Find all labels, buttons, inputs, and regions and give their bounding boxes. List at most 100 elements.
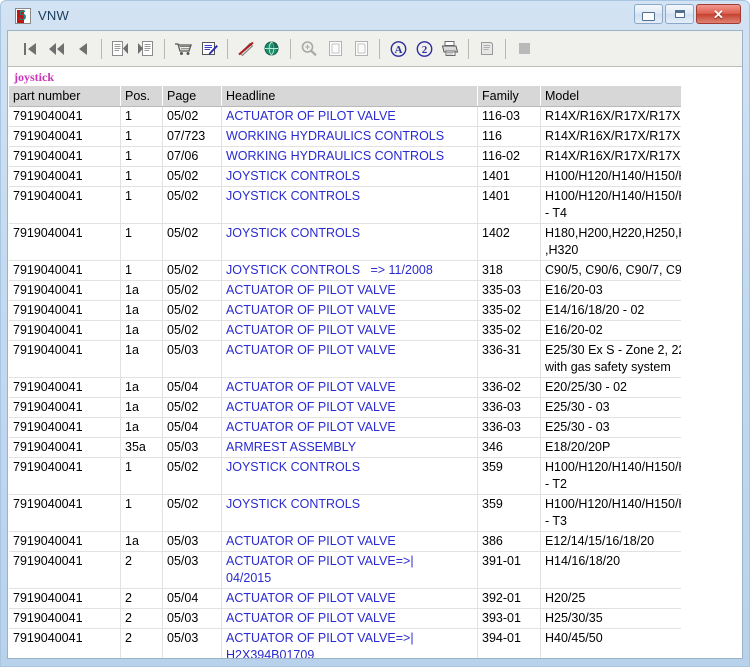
table-row[interactable]: 7919040041105/02JOYSTICK CONTROLS359H100… bbox=[9, 458, 741, 495]
cell-headline[interactable]: ACTUATOR OF PILOT VALVE bbox=[222, 589, 478, 609]
document-first-icon[interactable] bbox=[107, 36, 133, 62]
cell-part-number: 7919040041 bbox=[9, 167, 121, 187]
document-next-icon[interactable] bbox=[133, 36, 159, 62]
globe-icon[interactable] bbox=[259, 36, 285, 62]
table-row[interactable]: 79190400411a05/02ACTUATOR OF PILOT VALVE… bbox=[9, 321, 741, 341]
table-row[interactable]: 7919040041105/02JOYSTICK CONTROLS1401H10… bbox=[9, 167, 741, 187]
cell-headline[interactable]: ACTUATOR OF PILOT VALVE bbox=[222, 378, 478, 398]
cell-part-number: 7919040041 bbox=[9, 378, 121, 398]
cell-family: 335-03 bbox=[478, 281, 541, 301]
cell-headline[interactable]: JOYSTICK CONTROLS bbox=[222, 495, 478, 532]
table-row[interactable]: 7919040041205/03ACTUATOR OF PILOT VALVE=… bbox=[9, 552, 741, 589]
cell-part-number: 7919040041 bbox=[9, 552, 121, 589]
cell-family: 336-03 bbox=[478, 398, 541, 418]
column-header-pos[interactable]: Pos. bbox=[121, 86, 163, 107]
previous-record-icon[interactable] bbox=[70, 36, 96, 62]
table-row[interactable]: 791904004135a05/03ARMREST ASSEMBLY346E18… bbox=[9, 438, 741, 458]
column-header-family[interactable]: Family bbox=[478, 86, 541, 107]
edit-list-icon[interactable] bbox=[196, 36, 222, 62]
cell-headline[interactable]: ACTUATOR OF PILOT VALVE bbox=[222, 281, 478, 301]
cell-part-number: 7919040041 bbox=[9, 301, 121, 321]
table-row[interactable]: 79190400411a05/02ACTUATOR OF PILOT VALVE… bbox=[9, 398, 741, 418]
toolbar: A 2 bbox=[8, 31, 742, 67]
first-record-icon[interactable] bbox=[18, 36, 44, 62]
cell-page: 05/04 bbox=[163, 418, 222, 438]
cell-part-number: 7919040041 bbox=[9, 341, 121, 378]
cell-pos: 1a bbox=[121, 378, 163, 398]
table-row[interactable]: 7919040041107/06WORKING HYDRAULICS CONTR… bbox=[9, 147, 741, 167]
cell-headline[interactable]: ACTUATOR OF PILOT VALVE bbox=[222, 418, 478, 438]
column-header-page[interactable]: Page bbox=[163, 86, 222, 107]
cell-pos: 1 bbox=[121, 495, 163, 532]
table-row[interactable]: 7919040041205/04ACTUATOR OF PILOT VALVE3… bbox=[9, 589, 741, 609]
cell-family: 392-01 bbox=[478, 589, 541, 609]
cell-headline[interactable]: JOYSTICK CONTROLS bbox=[222, 224, 478, 261]
table-row[interactable]: 7919040041105/02JOYSTICK CONTROLS359H100… bbox=[9, 495, 741, 532]
cell-headline[interactable]: JOYSTICK CONTROLS bbox=[222, 167, 478, 187]
stop-icon[interactable] bbox=[511, 36, 537, 62]
fast-rewind-icon[interactable] bbox=[44, 36, 70, 62]
cell-headline[interactable]: JOYSTICK CONTROLS bbox=[222, 458, 478, 495]
cell-page: 05/02 bbox=[163, 458, 222, 495]
shopping-cart-icon[interactable] bbox=[170, 36, 196, 62]
number-two-icon[interactable]: 2 bbox=[411, 36, 437, 62]
cell-page: 05/03 bbox=[163, 609, 222, 629]
cell-pos: 1 bbox=[121, 458, 163, 495]
cell-headline[interactable]: ACTUATOR OF PILOT VALVE bbox=[222, 532, 478, 552]
cell-headline[interactable]: WORKING HYDRAULICS CONTROLS bbox=[222, 147, 478, 167]
cell-headline[interactable]: WORKING HYDRAULICS CONTROLS bbox=[222, 127, 478, 147]
page-icon[interactable] bbox=[322, 36, 348, 62]
results-table-container[interactable]: part number Pos. Page Headline Family Mo… bbox=[9, 86, 741, 658]
table-row[interactable]: 7919040041205/03ACTUATOR OF PILOT VALVE3… bbox=[9, 609, 741, 629]
table-row[interactable]: 7919040041205/03ACTUATOR OF PILOT VALVE=… bbox=[9, 629, 741, 659]
cell-family: 359 bbox=[478, 458, 541, 495]
cell-page: 05/02 bbox=[163, 301, 222, 321]
table-row[interactable]: 79190400411a05/03ACTUATOR OF PILOT VALVE… bbox=[9, 341, 741, 378]
cell-headline[interactable]: ACTUATOR OF PILOT VALVE=>| 04/2015 bbox=[222, 552, 478, 589]
zoom-in-icon[interactable] bbox=[296, 36, 322, 62]
table-row[interactable]: 79190400411a05/02ACTUATOR OF PILOT VALVE… bbox=[9, 281, 741, 301]
table-row[interactable]: 7919040041105/02JOYSTICK CONTROLS1402H18… bbox=[9, 224, 741, 261]
cell-headline[interactable]: JOYSTICK CONTROLS bbox=[222, 187, 478, 224]
close-button[interactable]: ✕ bbox=[696, 4, 741, 24]
cell-page: 05/02 bbox=[163, 495, 222, 532]
pen-strike-icon[interactable] bbox=[233, 36, 259, 62]
cell-headline[interactable]: ACTUATOR OF PILOT VALVE bbox=[222, 107, 478, 127]
toolbar-separator bbox=[227, 39, 228, 59]
cell-headline[interactable]: ACTUATOR OF PILOT VALVE=>| H2X394B01709 bbox=[222, 629, 478, 659]
table-row[interactable]: 79190400411a05/04ACTUATOR OF PILOT VALVE… bbox=[9, 378, 741, 398]
table-row[interactable]: 7919040041105/02JOYSTICK CONTROLS1401H10… bbox=[9, 187, 741, 224]
application-window: 5 VNW ✕ bbox=[0, 0, 750, 667]
cell-pos: 1a bbox=[121, 341, 163, 378]
table-row[interactable]: 79190400411a05/03ACTUATOR OF PILOT VALVE… bbox=[9, 532, 741, 552]
printer-icon[interactable] bbox=[437, 36, 463, 62]
column-header-part-number[interactable]: part number bbox=[9, 86, 121, 107]
cell-headline[interactable]: ACTUATOR OF PILOT VALVE bbox=[222, 341, 478, 378]
table-row[interactable]: 7919040041105/02ACTUATOR OF PILOT VALVE1… bbox=[9, 107, 741, 127]
table-row[interactable]: 79190400411a05/04ACTUATOR OF PILOT VALVE… bbox=[9, 418, 741, 438]
cell-part-number: 7919040041 bbox=[9, 187, 121, 224]
table-row[interactable]: 7919040041105/02JOYSTICK CONTROLS => 11/… bbox=[9, 261, 741, 281]
cell-headline[interactable]: ACTUATOR OF PILOT VALVE bbox=[222, 398, 478, 418]
cell-headline[interactable]: ACTUATOR OF PILOT VALVE bbox=[222, 609, 478, 629]
cell-part-number: 7919040041 bbox=[9, 321, 121, 341]
page-copy-icon[interactable] bbox=[348, 36, 374, 62]
column-header-headline[interactable]: Headline bbox=[222, 86, 478, 107]
minimize-button[interactable] bbox=[634, 4, 663, 24]
cell-page: 05/03 bbox=[163, 341, 222, 378]
notes-icon[interactable] bbox=[474, 36, 500, 62]
cell-headline[interactable]: ACTUATOR OF PILOT VALVE bbox=[222, 321, 478, 341]
title-bar: 5 VNW ✕ bbox=[7, 1, 743, 30]
cell-headline[interactable]: ACTUATOR OF PILOT VALVE bbox=[222, 301, 478, 321]
table-row[interactable]: 79190400411a05/02ACTUATOR OF PILOT VALVE… bbox=[9, 301, 741, 321]
cell-family: 336-03 bbox=[478, 418, 541, 438]
cell-headline[interactable]: ARMREST ASSEMBLY bbox=[222, 438, 478, 458]
cell-pos: 1a bbox=[121, 418, 163, 438]
table-row[interactable]: 7919040041107/723WORKING HYDRAULICS CONT… bbox=[9, 127, 741, 147]
cell-page: 05/02 bbox=[163, 187, 222, 224]
client-area: A 2 bbox=[7, 30, 743, 659]
letter-a-icon[interactable]: A bbox=[385, 36, 411, 62]
cell-family: 359 bbox=[478, 495, 541, 532]
cell-headline[interactable]: JOYSTICK CONTROLS => 11/2008 bbox=[222, 261, 478, 281]
maximize-button[interactable] bbox=[665, 4, 694, 24]
